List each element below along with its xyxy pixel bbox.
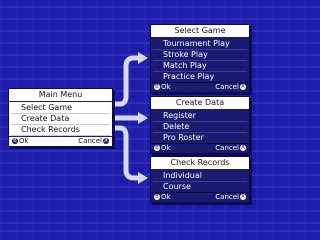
menu-item-course[interactable]: Course <box>153 182 247 192</box>
create-data-options: Register Delete Pro Roster <box>151 110 249 143</box>
main-menu-panel: Main Menu Select Game Create Data Check … <box>8 88 113 147</box>
ok-button[interactable]: B Ok <box>11 137 29 146</box>
arrowhead-create-data <box>138 112 148 124</box>
select-game-title: Select Game <box>151 25 249 38</box>
check-records-title: Check Records <box>151 157 249 170</box>
menu-item-select-game[interactable]: Select Game <box>11 103 110 114</box>
create-data-panel: Create Data Register Delete Pro Roster B… <box>150 96 250 154</box>
ok-button[interactable]: B Ok <box>153 144 171 153</box>
a-button-icon: A <box>240 84 246 90</box>
menu-item-register[interactable]: Register <box>153 111 247 122</box>
check-records-footer: B Ok Cancel A <box>151 192 249 202</box>
ok-button[interactable]: B Ok <box>153 193 171 202</box>
cancel-button[interactable]: Cancel A <box>215 144 247 153</box>
b-button-icon: B <box>12 138 18 144</box>
b-button-icon: B <box>154 84 160 90</box>
main-menu-footer: B Ok Cancel A <box>9 136 112 146</box>
menu-item-check-records[interactable]: Check Records <box>11 125 110 136</box>
menu-item-stroke-play[interactable]: Stroke Play <box>153 50 247 61</box>
arrowhead-select-game <box>138 52 148 64</box>
menu-item-individual[interactable]: Individual <box>153 171 247 182</box>
arrow-to-select-game <box>109 55 141 107</box>
menu-item-practice-play[interactable]: Practice Play <box>153 72 247 82</box>
cancel-button[interactable]: Cancel A <box>78 137 110 146</box>
b-button-icon: B <box>154 194 160 200</box>
check-records-panel: Check Records Individual Course B Ok Canc… <box>150 156 250 203</box>
menu-item-delete[interactable]: Delete <box>153 122 247 133</box>
menu-item-create-data[interactable]: Create Data <box>11 114 110 125</box>
menu-item-match-play[interactable]: Match Play <box>153 61 247 72</box>
check-records-options: Individual Course <box>151 170 249 192</box>
a-button-icon: A <box>103 138 109 144</box>
cancel-button[interactable]: Cancel A <box>215 193 247 202</box>
create-data-footer: B Ok Cancel A <box>151 143 249 153</box>
select-game-options: Tournament Play Stroke Play Match Play P… <box>151 38 249 82</box>
b-button-icon: B <box>154 145 160 151</box>
main-menu-options: Select Game Create Data Check Records <box>9 102 112 136</box>
arrow-to-check-records <box>109 125 141 181</box>
main-menu-title: Main Menu <box>9 89 112 102</box>
create-data-title: Create Data <box>151 97 249 110</box>
a-button-icon: A <box>240 145 246 151</box>
arrowhead-check-records <box>138 172 148 184</box>
a-button-icon: A <box>240 194 246 200</box>
menu-item-tournament-play[interactable]: Tournament Play <box>153 39 247 50</box>
menu-item-pro-roster[interactable]: Pro Roster <box>153 133 247 143</box>
select-game-footer: B Ok Cancel A <box>151 82 249 92</box>
select-game-panel: Select Game Tournament Play Stroke Play … <box>150 24 250 93</box>
ok-button[interactable]: B Ok <box>153 83 171 92</box>
cancel-button[interactable]: Cancel A <box>215 83 247 92</box>
